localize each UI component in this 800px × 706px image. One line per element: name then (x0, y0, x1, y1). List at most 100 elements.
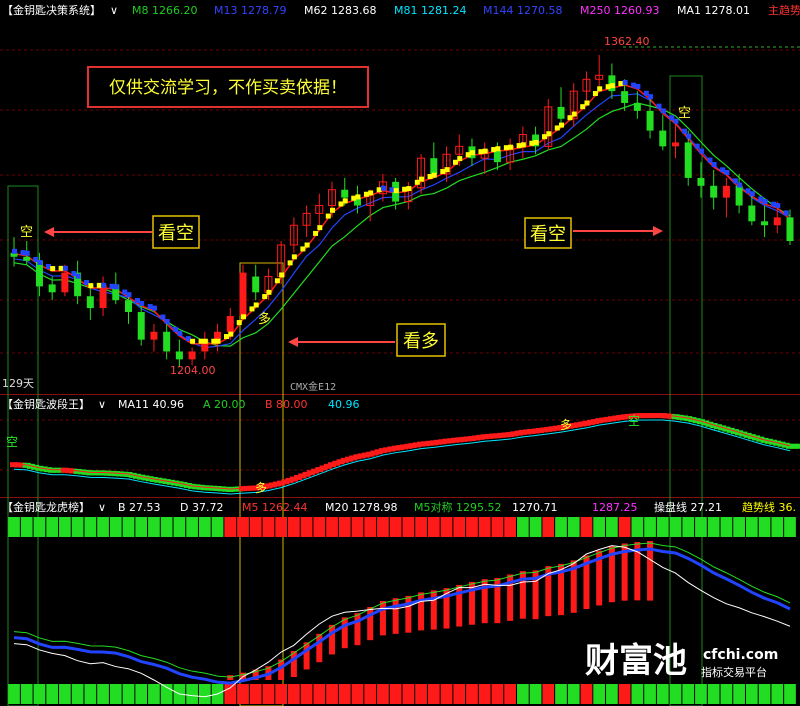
m20-value: M20 1278.98 (325, 501, 397, 514)
histogram-bar (354, 613, 361, 646)
signal-block (266, 289, 272, 295)
candle-body (621, 91, 629, 103)
strip-bottom-cell (415, 684, 427, 704)
candle-body (557, 106, 565, 119)
chevron-down-icon[interactable]: ∨ (98, 398, 106, 411)
candle-body (48, 284, 56, 293)
panel2-title[interactable]: 【金钥匙波段王】 (2, 397, 90, 411)
v1-value: 1270.71 (512, 501, 558, 514)
ma11-value: MA11 40.96 (118, 398, 184, 411)
strip-bottom-cell (46, 684, 59, 704)
signal-block (202, 338, 208, 344)
cpx-value: 操盘线 27.21 (654, 500, 722, 514)
strip-bottom-cell (733, 684, 745, 704)
strip-top-cell (313, 517, 326, 537)
strip-top-cell (135, 517, 148, 537)
wave-block (794, 443, 800, 449)
watermark-brand: 财富池 (585, 641, 687, 681)
candle-body (61, 272, 69, 293)
candle-body (124, 300, 132, 313)
strip-bottom-cell (288, 684, 300, 704)
signal-block (50, 266, 56, 272)
signal-block (469, 150, 475, 156)
signal-block (406, 186, 412, 192)
signal-block (253, 302, 259, 308)
signal-block (508, 144, 514, 150)
candle-body (239, 272, 247, 316)
strip-top-cell (275, 517, 288, 537)
strip-bottom-cell (237, 684, 249, 704)
strip-top-cell (758, 517, 771, 537)
signal-block (88, 283, 94, 289)
ma62-value: M62 1283.68 (304, 4, 376, 17)
chevron-down-icon[interactable]: ∨ (98, 501, 106, 514)
strip-top-cell (542, 517, 555, 537)
candle-body (493, 150, 501, 163)
strip-top-cell (351, 517, 364, 537)
m5s-value: M5对称 1295.52 (414, 500, 501, 514)
signal-block (330, 207, 336, 213)
candle-body (175, 351, 183, 360)
strip-top-cell (84, 517, 97, 537)
strip-bottom-cell (338, 684, 351, 704)
strip-top-cell (593, 517, 606, 537)
signal-block (236, 320, 242, 326)
strip-bottom-cell (300, 684, 313, 704)
strip-top-cell (300, 517, 313, 537)
strip-bottom-cell (580, 684, 593, 704)
watermark-domain: cfchi.com (703, 647, 778, 663)
panel1-title[interactable]: 【金钥匙决策系统】 (2, 3, 101, 17)
candle-body (672, 142, 680, 147)
strip-top-cell (720, 517, 733, 537)
strip-bottom-cell (262, 684, 275, 704)
ma1-value: MA1 1278.01 (677, 4, 750, 17)
strip-bottom-cell (275, 684, 288, 704)
candle-body (150, 331, 158, 340)
strip-top-cell (707, 517, 720, 537)
signal-block (342, 198, 348, 204)
signal-block (533, 139, 539, 145)
strip-top-cell (173, 517, 186, 537)
candle-body (659, 130, 667, 147)
signal-block (215, 338, 221, 344)
days-label: 129天 (2, 377, 34, 390)
strip-top-cell (122, 517, 135, 537)
signal-block (597, 86, 603, 92)
a-value: A 20.00 (203, 398, 246, 411)
signal-block (291, 254, 297, 260)
signal-block (177, 330, 183, 336)
strip-bottom-cell (313, 684, 326, 704)
strip-bottom-cell (504, 684, 516, 704)
strip-top-cell (249, 517, 262, 537)
ma81-value: M81 1281.24 (394, 4, 466, 17)
strip-top-cell (745, 517, 758, 537)
strip-top-cell (529, 517, 542, 537)
panel2-header: 【金钥匙波段王】 ∨ MA11 40.96 A 20.00 B 80.00 40… (2, 397, 360, 411)
histogram-bar (379, 600, 386, 636)
strip-top-cell (224, 517, 237, 537)
strip-top-cell (160, 517, 173, 537)
strip-bottom-cell (466, 684, 478, 704)
candle-body (214, 331, 222, 340)
strip-bottom-cell (84, 684, 97, 704)
signal-block (325, 213, 331, 219)
strip-bottom-cell (377, 684, 389, 704)
signal-block (648, 94, 654, 100)
strip-bottom-cell (198, 684, 211, 704)
signal-block (609, 83, 615, 89)
d-line-value: D 37.72 (180, 501, 223, 514)
b-value: B 80.00 (265, 398, 308, 411)
high-price-label: 1362.40 (604, 35, 650, 48)
candle-body (646, 110, 654, 131)
signal-block (62, 265, 68, 271)
wave-value: 40.96 (328, 398, 360, 411)
candle-body (748, 205, 756, 222)
panel3-title[interactable]: 【金钥匙龙虎榜】 (2, 500, 90, 514)
strip-top-cell (504, 517, 516, 537)
signal-block (694, 143, 700, 149)
candle-body (341, 189, 349, 198)
chevron-down-icon[interactable]: ∨ (110, 4, 118, 17)
strip-bottom-cell (427, 684, 440, 704)
strip-top-cell (466, 517, 478, 537)
strip-top-cell (516, 517, 529, 537)
